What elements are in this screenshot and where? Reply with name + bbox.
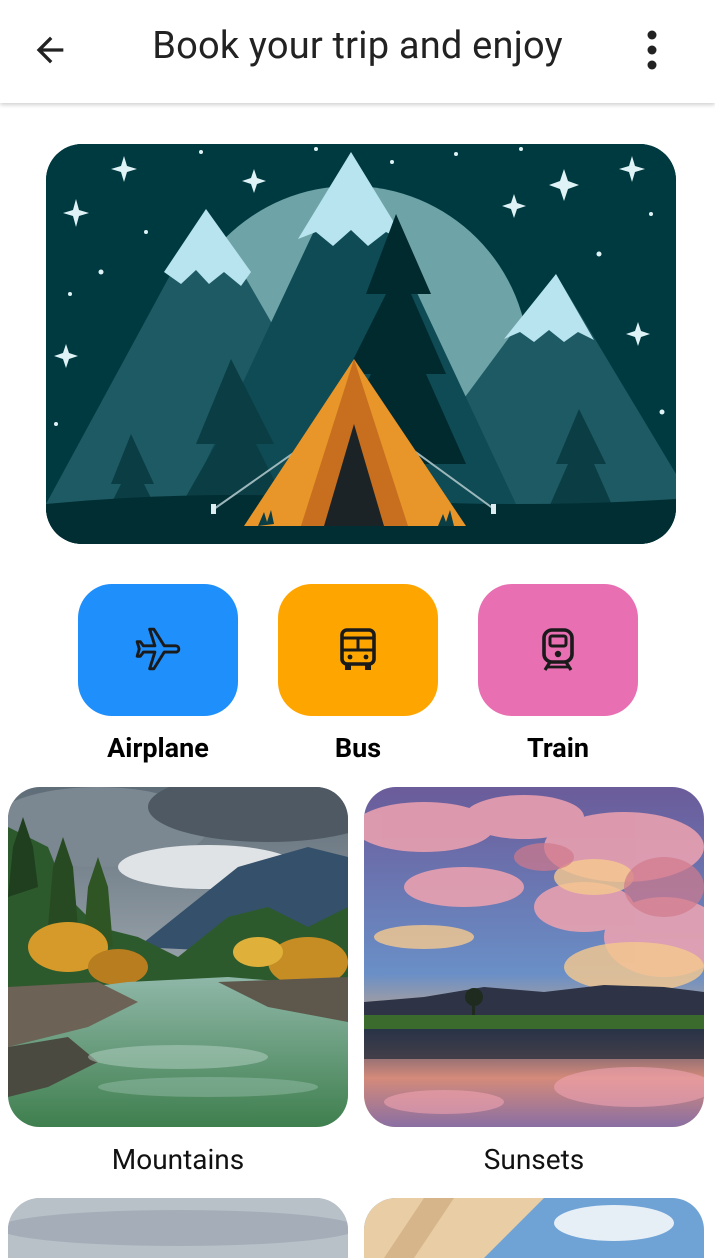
- more-options-button[interactable]: [628, 22, 676, 78]
- bus-label: Bus: [334, 732, 382, 764]
- mountains-label: Mountains: [111, 1143, 245, 1176]
- airplane-label: Airplane: [107, 732, 209, 764]
- transport-option-airplane[interactable]: Airplane: [78, 584, 238, 764]
- sunsets-image[interactable]: [364, 787, 704, 1127]
- mountains-image[interactable]: [8, 787, 348, 1127]
- destination-card-partial-left[interactable]: [8, 1198, 348, 1258]
- more-vert-icon: [647, 30, 657, 70]
- train-label: Train: [526, 732, 589, 764]
- hero-camping-illustration: [46, 144, 676, 544]
- app-bar: Book your trip and enjoy: [0, 0, 715, 103]
- bus-tile[interactable]: [278, 584, 438, 716]
- airplane-icon: [135, 627, 181, 671]
- train-tile[interactable]: [478, 584, 638, 716]
- destination-card-partial-right[interactable]: [364, 1198, 704, 1258]
- page-title: Book your trip and enjoy: [152, 24, 563, 68]
- train-icon: [542, 628, 574, 671]
- destination-card-mountains[interactable]: Mountains: [8, 787, 348, 1176]
- bus-icon: [340, 628, 376, 670]
- sunsets-label: Sunsets: [483, 1143, 585, 1176]
- destination-card-sunsets[interactable]: Sunsets: [364, 787, 704, 1176]
- transport-option-train[interactable]: Train: [478, 584, 638, 764]
- airplane-tile[interactable]: [78, 584, 238, 716]
- transport-option-bus[interactable]: Bus: [278, 584, 438, 764]
